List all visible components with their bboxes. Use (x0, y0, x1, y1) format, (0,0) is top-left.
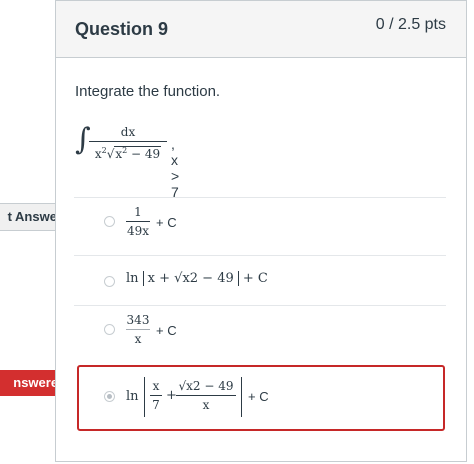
option-1-suffix: + C (156, 215, 177, 230)
correct-answer-flag-label: t Answer (7, 209, 62, 224)
abs-bar-right (241, 377, 242, 417)
radio-button[interactable] (104, 276, 115, 287)
radio-button-selected[interactable] (104, 391, 115, 402)
option-4-ln: ln (126, 389, 139, 404)
question-title: Question 9 (75, 19, 169, 39)
question-header: Question 9 0 / 2.5 pts (56, 1, 466, 58)
divider (74, 305, 446, 306)
divider (74, 197, 446, 198)
question-prompt: Integrate the function. (75, 83, 221, 100)
abs-bar-left (144, 377, 145, 417)
option-4-suffix: + C (248, 389, 269, 404)
radio-button[interactable] (104, 324, 115, 335)
answer-option-4[interactable]: ln x 7 + √x2 − 49 x + C (86, 373, 446, 423)
option-4-expression: ln x 7 + √x2 − 49 x + C (126, 375, 286, 419)
answer-option-3[interactable]: 343 x + C (86, 309, 446, 349)
option-2-abs: x + √x2 − 49 (142, 271, 239, 286)
option-1-denominator: 49x (126, 224, 150, 238)
option-2-suffix: + C (242, 271, 268, 286)
option-1-numerator: 1 (134, 205, 142, 219)
integral-condition: , x > 7 (171, 136, 180, 200)
option-4-frac2-den: x (202, 398, 210, 412)
option-2-expression: ln x + √x2 − 49 + C (126, 271, 268, 286)
question-points: 0 / 2.5 pts (375, 16, 446, 33)
option-3-suffix: + C (156, 323, 177, 338)
option-3-numerator: 343 (126, 313, 150, 327)
option-2-ln: ln (126, 271, 139, 286)
option-4-frac1-num: x (152, 379, 160, 393)
radio-button[interactable] (104, 216, 115, 227)
option-4-frac2-num: √x2 − 49 (178, 379, 234, 393)
option-3-denominator: x (134, 332, 142, 346)
integral-numerator: dx (120, 125, 136, 139)
answer-option-1[interactable]: 1 49x + C (86, 201, 446, 241)
divider (74, 255, 446, 256)
question-card: Question 9 0 / 2.5 pts Integrate the fun… (55, 0, 467, 462)
integral-denominator: x2√x2 − 49 (94, 146, 162, 161)
integral-fraction: dx x2√x2 − 49 (89, 125, 167, 161)
option-4-frac1-den: 7 (152, 398, 160, 412)
answer-option-2[interactable]: ln x + √x2 − 49 + C (86, 259, 446, 299)
